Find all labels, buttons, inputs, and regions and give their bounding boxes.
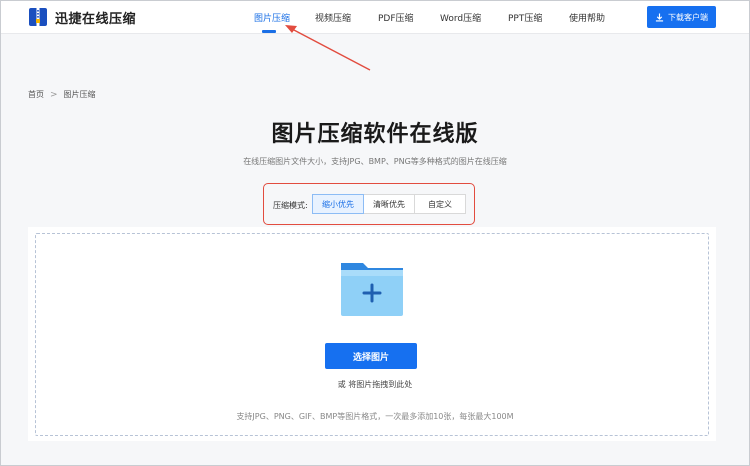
download-icon [655,12,664,22]
nav-item-image-compress[interactable]: 图片压缩 [254,11,290,24]
nav-item-word-compress[interactable]: Word压缩 [440,11,481,24]
nav-item-ppt-compress[interactable]: PPT压缩 [508,11,542,24]
download-client-label: 下载客户端 [668,12,708,22]
breadcrumb: 首页 > 图片压缩 [28,89,96,100]
page-subtitle: 在线压缩图片文件大小，支持JPG、BMP、PNG等多种格式的图片在线压缩 [243,157,507,166]
nav-item-pdf-compress[interactable]: PDF压缩 [378,11,414,24]
top-header: 迅捷在线压缩 图片压缩 视频压缩 PDF压缩 Word压缩 PPT压缩 使用帮助… [0,0,750,34]
logo[interactable]: 迅捷在线压缩 [28,7,136,27]
mode-option-clarity-first[interactable]: 清晰优先 [363,194,415,214]
mode-option-custom[interactable]: 自定义 [414,194,466,214]
archive-logo-icon [29,8,47,26]
format-support-note: 支持JPG、PNG、GIF、BMP等图片格式，一次最多添加10张，每张最大100… [236,412,514,421]
page-title: 图片压缩软件在线版 [271,122,479,147]
breadcrumb-home[interactable]: 首页 [28,89,44,100]
active-nav-indicator [262,30,276,33]
nav-item-video-compress[interactable]: 视频压缩 [315,11,351,24]
breadcrumb-separator: > [50,89,58,100]
folder-plus-icon [341,263,403,316]
mode-option-smaller-first[interactable]: 缩小优先 [312,194,364,214]
brand-name: 迅捷在线压缩 [55,11,137,27]
download-client-button[interactable]: 下载客户端 [647,6,716,28]
breadcrumb-current: 图片压缩 [63,90,96,99]
compression-mode-label: 压缩模式: [273,201,308,210]
drag-drop-hint: 或 将图片拖拽到此处 [337,380,413,389]
nav-item-help[interactable]: 使用帮助 [569,11,605,24]
compression-mode-options: 缩小优先 清晰优先 自定义 [312,194,466,214]
select-image-button[interactable]: 选择图片 [325,343,417,369]
